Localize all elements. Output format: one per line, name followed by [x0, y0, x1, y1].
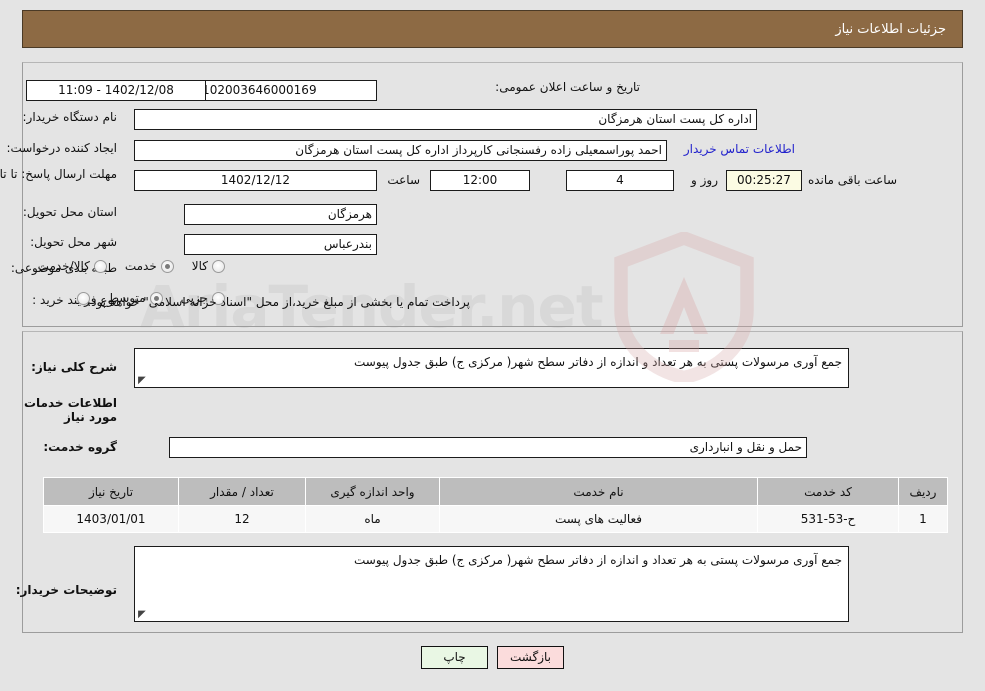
cell-name: فعالیت های پست	[439, 505, 758, 533]
resize-grip-icon[interactable]: ◥	[138, 375, 148, 386]
delivery-province-label: استان محل تحویل:	[22, 205, 117, 219]
buyer-org-value: اداره کل پست استان هرمزگان	[134, 109, 757, 130]
request-creator-value: احمد پوراسمعیلی زاده رفسنجانی کارپرداز ا…	[134, 140, 667, 161]
category-option-kala[interactable]: کالا	[192, 259, 225, 273]
table-col-unit: واحد اندازه گیری	[305, 477, 440, 506]
action-button-bar: بازگشت چاپ	[0, 646, 985, 669]
general-description-textarea[interactable]: جمع آوری مرسولات پستی به هر تعداد و اندا…	[134, 348, 849, 388]
category-radio-group[interactable]: کالا خدمت کالا/خدمت	[20, 259, 225, 273]
service-group-value: حمل و نقل و انبارداری	[169, 437, 807, 458]
services-section-title: اطلاعات خدمات مورد نیاز	[23, 396, 117, 424]
table-col-code: کد خدمت	[757, 477, 899, 506]
deadline-countdown-value: 00:25:27	[726, 170, 802, 191]
buyer-notes-value: جمع آوری مرسولات پستی به هر تعداد و اندا…	[354, 553, 842, 567]
resize-grip-icon[interactable]: ◥	[138, 609, 148, 620]
table-row: 1 ح-53-531 فعالیت های پست ماه 12 1403/01…	[43, 505, 948, 533]
need-info-panel	[22, 62, 963, 327]
request-creator-row: ایجاد کننده درخواست:	[6, 141, 117, 156]
request-creator-label: ایجاد کننده درخواست:	[6, 141, 117, 155]
radio-icon[interactable]	[93, 259, 107, 273]
category-option-label: کالا	[191, 259, 208, 273]
category-option-kala-khedmat[interactable]: کالا/خدمت	[38, 259, 107, 273]
service-group-label: گروه خدمت:	[43, 440, 117, 454]
table-col-index: ردیف	[898, 477, 948, 506]
buyer-notes-label: توضیحات خریدار:	[15, 583, 117, 597]
buyer-org-label: نام دستگاه خریدار:	[22, 110, 118, 124]
cell-code: ح-53-531	[757, 505, 899, 533]
deadline-label: مهلت ارسال پاسخ: تا تاریخ:	[0, 167, 117, 181]
delivery-province-row: استان محل تحویل:	[23, 205, 117, 220]
category-option-label: خدمت	[124, 259, 157, 273]
announce-datetime-row: تاریخ و ساعت اعلان عمومی:	[495, 80, 640, 95]
cell-date: 1403/01/01	[43, 505, 179, 533]
buyer-notes-textarea[interactable]: جمع آوری مرسولات پستی به هر تعداد و اندا…	[134, 546, 849, 622]
deadline-time-value: 12:00	[430, 170, 530, 191]
services-table: ردیف کد خدمت نام خدمت واحد اندازه گیری ت…	[43, 477, 948, 533]
category-option-label: کالا/خدمت	[37, 259, 90, 273]
purchase-process-note: پرداخت تمام یا بخشی از مبلغ خرید،از محل …	[87, 295, 470, 309]
buyer-org-row: نام دستگاه خریدار:	[23, 110, 118, 125]
buyer-contact-link[interactable]: اطلاعات تماس خریدار	[684, 142, 795, 156]
page-title: جزئیات اطلاعات نیاز	[835, 21, 946, 37]
deadline-days-value: 4	[566, 170, 674, 191]
deadline-row: مهلت ارسال پاسخ: تا تاریخ:	[0, 167, 117, 182]
deadline-days-label: روز و	[691, 173, 718, 187]
table-header-row: ردیف کد خدمت نام خدمت واحد اندازه گیری ت…	[43, 477, 948, 506]
print-button[interactable]: چاپ	[421, 646, 488, 669]
page-header: جزئیات اطلاعات نیاز	[22, 10, 963, 48]
category-option-khedmat[interactable]: خدمت	[125, 259, 174, 273]
general-description-value: جمع آوری مرسولات پستی به هر تعداد و اندا…	[354, 355, 842, 369]
announce-datetime-label: تاریخ و ساعت اعلان عمومی:	[495, 80, 640, 94]
back-button[interactable]: بازگشت	[497, 646, 564, 669]
radio-icon[interactable]	[212, 259, 225, 273]
deadline-date-value: 1402/12/12	[134, 170, 377, 191]
delivery-city-value: بندرعباس	[184, 234, 377, 255]
table-col-quantity: تعداد / مقدار	[178, 477, 306, 506]
announce-datetime-value: 1402/12/08 - 11:09	[26, 80, 206, 101]
cell-quantity: 12	[178, 505, 306, 533]
table-col-date: تاریخ نیاز	[43, 477, 179, 506]
deadline-time-label: ساعت	[387, 173, 420, 187]
general-description-label: شرح کلی نیاز:	[31, 360, 117, 374]
deadline-countdown-label: ساعت باقی مانده	[807, 173, 897, 187]
delivery-city-row: شهر محل تحویل:	[30, 235, 117, 250]
cell-index: 1	[898, 505, 948, 533]
table-col-name: نام خدمت	[439, 477, 758, 506]
radio-icon[interactable]	[160, 259, 174, 273]
cell-unit: ماه	[305, 505, 440, 533]
delivery-province-value: هرمزگان	[184, 204, 377, 225]
delivery-city-label: شهر محل تحویل:	[30, 235, 117, 249]
